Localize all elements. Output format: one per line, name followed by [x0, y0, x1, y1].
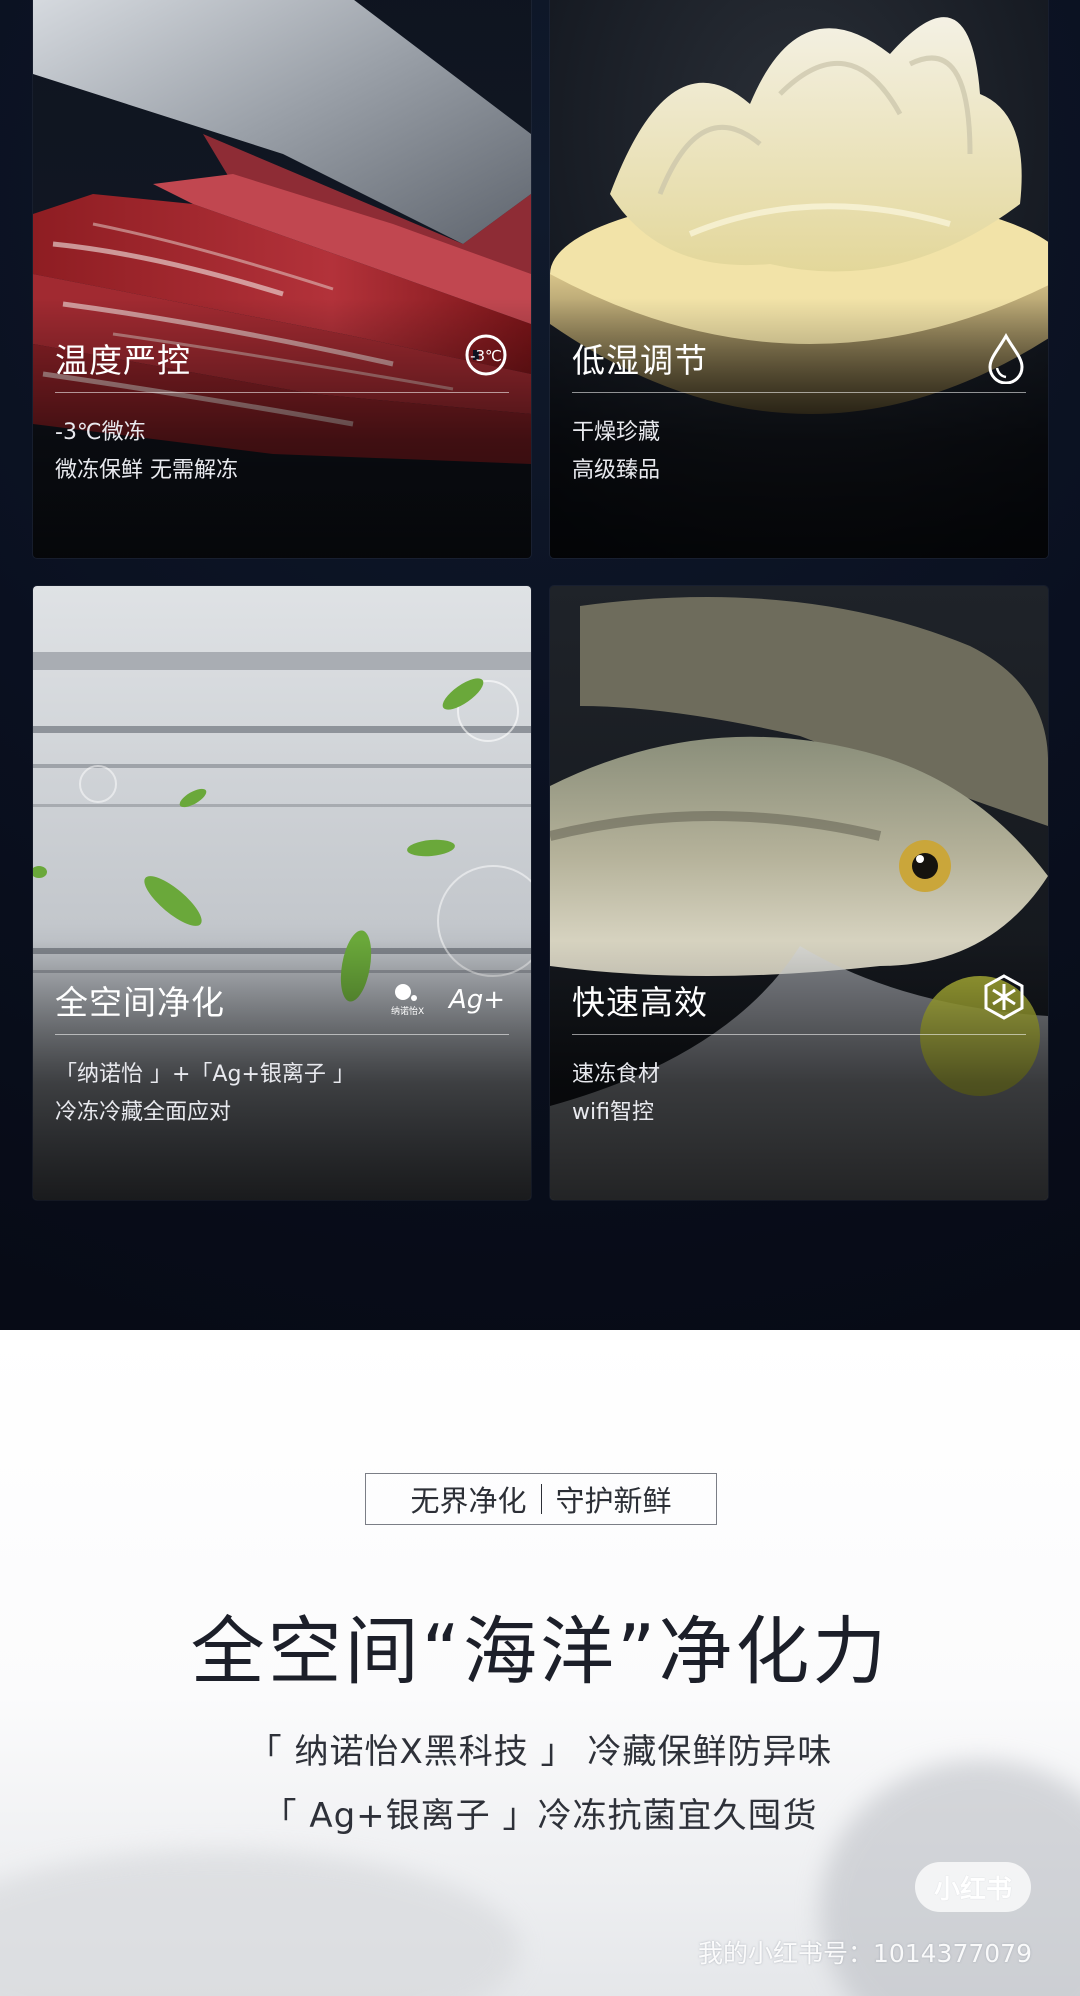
- tagline-right: 守护新鲜: [555, 1484, 672, 1518]
- card-title: 全空间净化: [55, 983, 225, 1022]
- feature-card-temperature: 温度严控 -3℃ -3℃微冻 微冻保鲜 无需解冻: [33, 0, 531, 558]
- card-detail-line: 「纳诺怡 」+「Ag+银离子 」: [55, 1062, 355, 1087]
- card-divider: [55, 1034, 509, 1035]
- thermo-minus-3-icon: -3℃: [463, 332, 509, 384]
- page-headline: 全空间“海洋”净化力: [190, 1609, 890, 1695]
- card-detail-line: 微冻保鲜 无需解冻: [55, 458, 238, 483]
- snowflake-icon: [982, 974, 1026, 1026]
- feature-card-fast-freeze: 快速高效 速冻食材 wifi智控: [550, 586, 1048, 1200]
- card-detail-line: wifi智控: [572, 1100, 654, 1125]
- feature-card-humidity: 低湿调节 干燥珍藏 高级臻品: [550, 0, 1048, 558]
- tagline-left: 无界净化: [410, 1484, 527, 1518]
- subline: 「 纳诺怡X黑科技 」 冷藏保鲜防异味: [247, 1732, 833, 1772]
- card-detail-line: 高级臻品: [572, 458, 661, 483]
- feature-card-purification: 全空间净化 纳诺怡X Ag+ 「纳诺怡 」+「Ag+银离子 」 冷冻冷藏全面应对: [33, 586, 531, 1200]
- svg-text:纳诺怡X: 纳诺怡X: [391, 1005, 424, 1017]
- subline: 「 Ag+银离子 」冷冻抗菌宜久囤货: [262, 1796, 818, 1836]
- watermark-id: 我的小红书号：1014377079: [697, 1939, 1032, 1968]
- card-title: 温度严控: [55, 341, 191, 380]
- card-divider: [572, 1034, 1026, 1035]
- watermark-logo: 小红书: [915, 1862, 1031, 1912]
- card-divider: [572, 392, 1026, 393]
- water-drop-icon: [986, 332, 1026, 390]
- card-title: 快速高效: [572, 983, 708, 1022]
- purification-logos-icon: 纳诺怡X Ag+: [389, 978, 509, 1024]
- svg-text:Ag+: Ag+: [447, 985, 505, 1015]
- feature-cards-section: 温度严控 -3℃ -3℃微冻 微冻保鲜 无需解冻 低湿调节 干燥珍藏 高级臻品 …: [0, 0, 1080, 1330]
- card-detail-line: 速冻食材: [572, 1062, 661, 1087]
- tagline-box: 无界净化 守护新鲜: [365, 1473, 717, 1525]
- card-divider: [55, 392, 509, 393]
- svg-text:-3℃: -3℃: [470, 347, 502, 365]
- card-detail-line: -3℃微冻: [55, 420, 146, 445]
- card-title: 低湿调节: [572, 341, 708, 380]
- card-detail-line: 干燥珍藏: [572, 420, 661, 445]
- tagline-divider: [540, 1484, 542, 1514]
- card-detail-line: 冷冻冷藏全面应对: [55, 1100, 232, 1125]
